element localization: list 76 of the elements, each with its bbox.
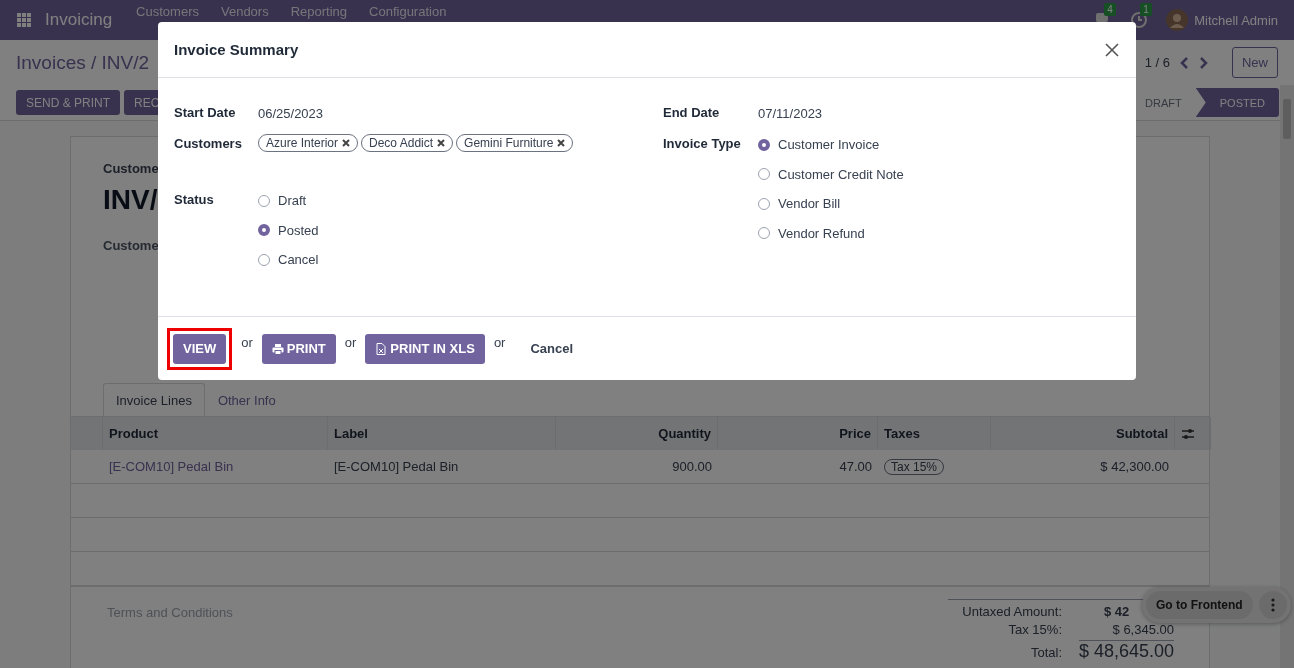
printer-icon	[271, 342, 284, 355]
field-label: Customers	[174, 135, 243, 151]
sliders-icon[interactable]	[1181, 426, 1195, 441]
menu-item[interactable]: Customers	[136, 4, 199, 19]
total-label: Untaxed Amount:	[962, 604, 1062, 619]
status-step[interactable]: POSTED	[1195, 88, 1279, 117]
user-name[interactable]: Mitchell Admin	[1194, 12, 1278, 28]
total-label: Tax 15%:	[1008, 622, 1062, 637]
column-header[interactable]: Quantity	[556, 417, 718, 450]
breadcrumb[interactable]: Invoices / INV/2	[16, 51, 150, 74]
apps-menu-icon[interactable]	[17, 13, 31, 27]
close-icon[interactable]	[1104, 41, 1120, 58]
remove-icon[interactable]	[557, 139, 566, 147]
print-button[interactable]: PRINT	[261, 333, 336, 364]
pager-value: 1 / 6	[1144, 55, 1170, 70]
new-button[interactable]: New	[1232, 47, 1278, 78]
next-icon[interactable]	[1198, 55, 1210, 70]
option-label: Posted	[278, 222, 319, 238]
option-label: Vendor Refund	[778, 225, 865, 241]
tab[interactable]: Other Info	[204, 383, 289, 416]
remove-icon[interactable]	[342, 139, 351, 147]
or-text: or	[241, 335, 253, 350]
more-button[interactable]	[1258, 591, 1287, 619]
column-header[interactable]: Label	[328, 417, 556, 450]
total-label: Total:	[1030, 645, 1062, 660]
total-value: $ 42	[1103, 604, 1130, 619]
tab[interactable]: Invoice Lines	[103, 383, 205, 416]
field-label: Status	[174, 192, 215, 207]
dialog-title: Invoice Summary	[174, 41, 299, 58]
clock-icon[interactable]	[1130, 11, 1149, 29]
option-label: Cancel	[278, 252, 319, 268]
radio-button[interactable]	[258, 224, 270, 237]
count-badge: 1	[1140, 3, 1152, 16]
action-button[interactable]: SEND & PRINT	[16, 90, 120, 115]
field-label: End Date	[663, 104, 721, 120]
table-cell-text: $ 42,300.00	[1099, 458, 1170, 476]
menu-item[interactable]: Configuration	[369, 4, 447, 19]
remove-icon[interactable]	[437, 139, 446, 147]
cancel-button[interactable]: Cancel	[524, 340, 580, 357]
previous-icon[interactable]	[1178, 55, 1190, 70]
column-header[interactable]: Product	[103, 417, 328, 450]
option-label: Vendor Bill	[778, 196, 841, 212]
option-label: Draft	[278, 193, 307, 209]
field-label: Custome	[103, 161, 159, 176]
date-field[interactable]: 07/11/2023	[758, 96, 823, 121]
view-button[interactable]: VIEW	[173, 333, 227, 364]
total-value: $ 48,645.00	[1078, 640, 1174, 662]
kebab-icon	[1270, 598, 1275, 612]
field-label: Start Date	[174, 104, 237, 120]
spreadsheet-file-icon	[375, 342, 388, 355]
option-label: Customer Credit Note	[778, 166, 904, 182]
option-label: Customer Invoice	[778, 137, 880, 153]
field-label: Invoice Type	[663, 135, 742, 151]
menu-item[interactable]: Reporting	[290, 4, 348, 19]
frontend-button[interactable]: Go to Frontend	[1146, 591, 1253, 619]
export-button[interactable]: PRINT IN XLS	[365, 333, 485, 364]
table-cell[interactable]: [E-COM10] Pedal Bin	[103, 450, 328, 483]
column-header[interactable]: Taxes	[878, 417, 991, 450]
table-cell-text: 900.00	[671, 458, 713, 476]
total-value: $ 6,345.00	[1112, 622, 1174, 637]
column-header[interactable]: Price	[718, 417, 878, 450]
column-header[interactable]: Subtotal	[991, 417, 1175, 450]
or-text: or	[344, 335, 357, 350]
count-badge: 4	[1104, 3, 1116, 16]
table-row[interactable]: [E-COM10] Pedal Bin [E-COM10] Pedal Bin 900.00 47.00 Tax 15% $ 42,300.00	[71, 450, 1209, 484]
app-name[interactable]: Invoicing	[45, 10, 113, 30]
radio-button[interactable]	[758, 138, 770, 151]
table-cell-text: 47.00	[838, 458, 873, 476]
date-field[interactable]: 06/25/2023	[258, 96, 324, 121]
table-cell-text: [E-COM10] Pedal Bin	[333, 458, 460, 476]
scrollbar[interactable]	[1280, 85, 1294, 668]
avatar-icon[interactable]	[1166, 9, 1189, 31]
menu-item[interactable]: Vendors	[220, 4, 269, 19]
or-text: or	[493, 335, 506, 350]
field-label: Custome	[103, 238, 159, 253]
invoice-title: INV/	[103, 184, 158, 216]
